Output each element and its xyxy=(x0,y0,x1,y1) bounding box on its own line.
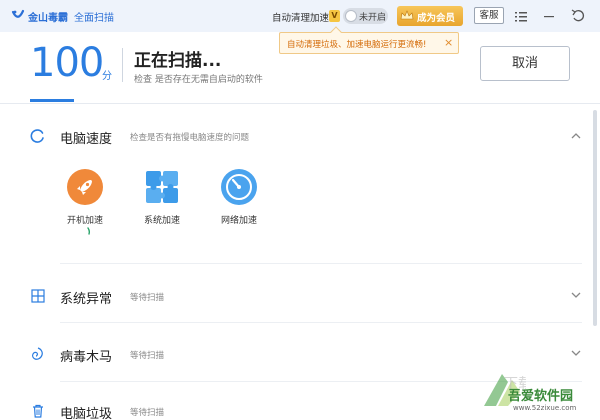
auto-clean-toggle[interactable]: 未开启 xyxy=(343,8,388,24)
auto-clean-label: 自动清理加速 xyxy=(272,13,330,24)
score-unit: 分 xyxy=(102,71,112,82)
section-status-junk: 等待扫描 xyxy=(130,408,165,418)
minimize-icon[interactable] xyxy=(541,8,557,24)
watermark-url: www.52zixue.com xyxy=(513,404,577,412)
puzzle-icon xyxy=(146,171,178,203)
auto-clean-tooltip: 自动清理垃圾、加速电脑运行更流畅! × xyxy=(279,26,459,54)
section-separator xyxy=(60,263,582,264)
section-status-virus: 等待扫描 xyxy=(130,351,165,361)
sub-item-label: 开机加速 xyxy=(66,216,103,226)
windows-icon xyxy=(31,289,45,303)
section-title-junk[interactable]: 电脑垃圾 xyxy=(60,403,112,420)
loading-indicator-icon xyxy=(87,227,91,235)
vip-label: 成为会员 xyxy=(417,13,456,24)
score-underline xyxy=(30,99,74,102)
vip-crown-icon xyxy=(400,10,414,20)
rocket-icon xyxy=(67,169,103,205)
scan-status-title: 正在扫描... xyxy=(134,51,222,71)
health-score: 100 xyxy=(30,40,104,86)
sub-item-label: 网络加速 xyxy=(220,216,257,226)
app-name: 金山毒霸 xyxy=(28,13,68,24)
chevron-down-icon[interactable] xyxy=(570,347,582,359)
toggle-state-label: 未开启 xyxy=(359,13,387,23)
menu-icon[interactable] xyxy=(513,8,529,24)
section-title-speed[interactable]: 电脑速度 xyxy=(60,128,112,147)
title-bar: 金山毒霸 全面扫描 自动清理加速 V 未开启 成为会员 客服 xyxy=(0,0,600,32)
section-title-system[interactable]: 系统异常 xyxy=(60,288,112,307)
scan-mode-label: 全面扫描 xyxy=(74,13,114,24)
section-status-system: 等待扫描 xyxy=(130,293,165,303)
toggle-knob xyxy=(345,10,357,22)
watermark-text: 吾爱软件园 xyxy=(508,389,574,404)
app-logo-icon xyxy=(11,9,25,18)
cancel-button[interactable]: 取消 xyxy=(480,46,570,81)
scanning-spinner-icon xyxy=(30,129,44,143)
section-separator xyxy=(60,322,582,323)
customer-service-button[interactable]: 客服 xyxy=(474,7,504,24)
chevron-up-icon[interactable] xyxy=(570,130,582,142)
section-title-virus[interactable]: 病毒木马 xyxy=(60,346,112,365)
vip-v-badge: V xyxy=(329,10,340,22)
header-divider xyxy=(122,48,123,82)
scan-status-detail: 检查 是否存在无需自启动的软件 xyxy=(134,75,263,85)
trash-icon xyxy=(33,404,43,418)
chevron-down-icon[interactable] xyxy=(570,289,582,301)
section-status-speed: 检查是否有拖慢电脑速度的问题 xyxy=(130,133,250,143)
header-separator xyxy=(0,103,600,104)
sub-item-label: 系统加速 xyxy=(143,216,180,226)
virus-icon xyxy=(32,347,43,360)
become-vip-button[interactable]: 成为会员 xyxy=(397,6,463,26)
scrollbar[interactable] xyxy=(593,110,597,326)
gauge-icon xyxy=(221,169,257,205)
restore-back-icon[interactable] xyxy=(570,8,586,24)
tooltip-close-button[interactable]: × xyxy=(444,36,453,49)
tooltip-text: 自动清理垃圾、加速电脑运行更流畅! xyxy=(287,40,427,50)
